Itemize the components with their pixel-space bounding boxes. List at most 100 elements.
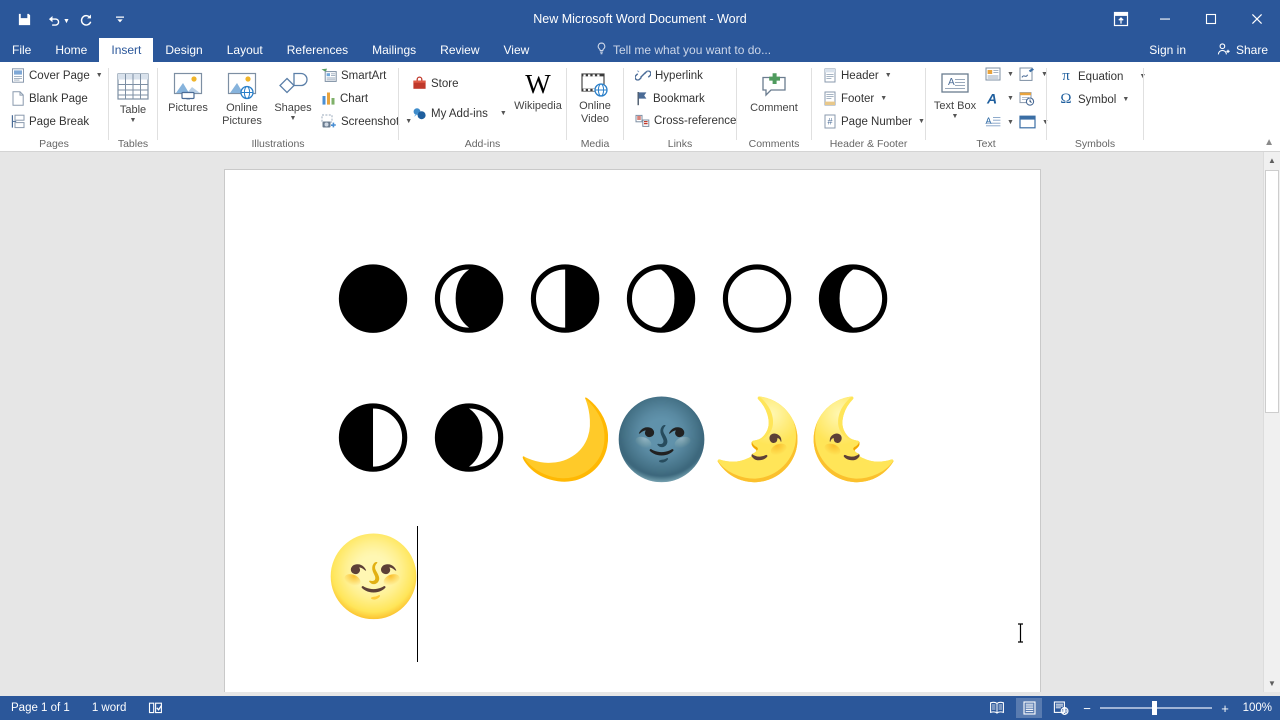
maximize-button[interactable] <box>1188 0 1234 38</box>
undo-dropdown-caret[interactable]: ▼ <box>63 18 70 25</box>
zoom-slider[interactable] <box>1100 700 1212 716</box>
pictures-button[interactable]: Pictures <box>162 68 214 117</box>
close-button[interactable] <box>1234 0 1280 38</box>
undo-button[interactable]: ▼ <box>40 5 70 33</box>
waxing-gibbous-moon-glyph: 🌔 <box>812 256 894 346</box>
moon-phase-row-2: 🌓 🌒 🌙 🌚 🌛 🌜 <box>225 401 1040 479</box>
tab-references[interactable]: References <box>275 38 360 62</box>
drop-cap-dropdown-caret[interactable]: ▼ <box>1007 119 1014 126</box>
tell-me-search[interactable]: Tell me what you want to do... <box>596 38 771 62</box>
cross-reference-label: Cross-reference <box>654 115 737 127</box>
page-break-button[interactable]: Page Break <box>8 113 92 130</box>
tab-insert[interactable]: Insert <box>99 38 154 62</box>
table-dropdown-caret[interactable]: ▼ <box>130 117 137 125</box>
customize-qat-icon[interactable] <box>106 5 134 33</box>
view-web-layout[interactable] <box>1048 698 1074 718</box>
new-moon-glyph: 🌑 <box>332 256 414 346</box>
cover-page-dropdown-caret[interactable]: ▼ <box>96 72 103 79</box>
shapes-button[interactable]: Shapes ▼ <box>270 68 316 125</box>
tab-file[interactable]: File <box>0 38 44 62</box>
blank-page-button[interactable]: Blank Page <box>8 90 91 107</box>
zoom-level[interactable]: 100% <box>1238 702 1272 714</box>
collapse-ribbon-icon[interactable]: ▲ <box>1264 137 1274 148</box>
group-label-text: Text <box>976 138 996 150</box>
drop-cap-button[interactable]: A ▼ <box>982 114 1017 130</box>
page-number-dropdown-caret[interactable]: ▼ <box>918 118 925 125</box>
status-left: Page 1 of 1 1 word <box>8 696 166 720</box>
document-page[interactable]: 🌑 🌘 🌗 🌖 🌕 🌔 🌓 🌒 🌙 🌚 🌛 🌜 🌝 <box>225 170 1040 692</box>
date-time-button[interactable] <box>1016 90 1038 107</box>
lightbulb-icon <box>596 42 607 58</box>
page-number-label: Page Number <box>841 115 912 128</box>
save-icon[interactable] <box>10 5 38 33</box>
my-addins-dropdown-caret[interactable]: ▼ <box>500 110 507 117</box>
my-addins-button[interactable]: My Add-ins ▼ <box>409 105 510 122</box>
sign-in-button[interactable]: Sign in <box>1143 38 1192 62</box>
share-button[interactable]: Share <box>1211 38 1274 62</box>
ribbon-display-options-icon[interactable] <box>1100 0 1142 38</box>
wordart-button[interactable]: A ▼ <box>982 90 1017 107</box>
tab-mailings[interactable]: Mailings <box>360 38 428 62</box>
online-video-icon <box>580 70 610 100</box>
footer-dropdown-caret[interactable]: ▼ <box>880 95 887 102</box>
view-read-mode[interactable] <box>984 698 1010 718</box>
comment-button[interactable]: Comment <box>741 68 807 117</box>
equation-button[interactable]: π Equation ▼ <box>1055 67 1149 86</box>
quick-parts-icon <box>985 67 1001 81</box>
status-bar: Page 1 of 1 1 word − + 100% <box>0 696 1280 720</box>
zoom-out-button[interactable]: − <box>1080 701 1094 716</box>
blank-page-label: Blank Page <box>29 92 88 105</box>
scroll-thumb[interactable] <box>1265 170 1279 413</box>
footer-button[interactable]: Footer ▼ <box>820 90 890 107</box>
zoom-slider-thumb[interactable] <box>1152 701 1157 715</box>
hyperlink-label: Hyperlink <box>655 69 703 82</box>
redo-icon[interactable] <box>72 5 100 33</box>
table-button[interactable]: Table ▼ <box>111 68 155 127</box>
header-label: Header <box>841 69 879 82</box>
waxing-crescent-moon-glyph: 🌒 <box>428 395 510 485</box>
tab-design[interactable]: Design <box>153 38 214 62</box>
ribbon-insert-tab: Cover Page ▼ Blank Page Page Break Pages <box>0 62 1280 152</box>
wordart-dropdown-caret[interactable]: ▼ <box>1007 95 1014 102</box>
tab-view[interactable]: View <box>492 38 542 62</box>
quick-parts-button[interactable]: ▼ <box>982 66 1017 82</box>
zoom-in-button[interactable]: + <box>1218 701 1232 716</box>
word-count[interactable]: 1 word <box>89 698 130 718</box>
online-pictures-label: Online Pictures <box>222 102 262 127</box>
wikipedia-button[interactable]: W Wikipedia <box>511 68 565 115</box>
store-button[interactable]: Store <box>409 75 462 92</box>
tab-review[interactable]: Review <box>428 38 491 62</box>
ribbon-group-header-footer: Header ▼ Footer ▼ # Page Number ▼ Header… <box>812 62 925 152</box>
tab-layout[interactable]: Layout <box>215 38 275 62</box>
hyperlink-button[interactable]: Hyperlink <box>632 67 706 84</box>
group-label-symbols: Symbols <box>1074 138 1116 150</box>
waning-gibbous-moon-glyph: 🌖 <box>620 256 702 346</box>
cover-page-button[interactable]: Cover Page ▼ <box>8 67 106 84</box>
text-box-button[interactable]: A Text Box ▼ <box>932 68 978 123</box>
online-pictures-button[interactable]: Online Pictures <box>216 68 268 129</box>
scroll-down-button[interactable]: ▼ <box>1264 675 1280 692</box>
bookmark-button[interactable]: Bookmark <box>632 90 708 107</box>
quick-parts-dropdown-caret[interactable]: ▼ <box>1007 71 1014 78</box>
chart-button[interactable]: Chart <box>318 90 371 107</box>
smartart-button[interactable]: SmartArt <box>318 67 389 84</box>
online-video-button[interactable]: Online Video <box>569 68 621 127</box>
vertical-scrollbar[interactable]: ▲ ▼ <box>1263 152 1280 692</box>
proofing-errors-icon[interactable] <box>145 698 166 718</box>
tab-home[interactable]: Home <box>43 38 99 62</box>
last-quarter-moon-glyph: 🌗 <box>524 256 606 346</box>
cross-reference-button[interactable]: Cross-reference <box>632 113 739 129</box>
text-box-dropdown-caret[interactable]: ▼ <box>952 113 959 121</box>
view-print-layout[interactable] <box>1016 698 1042 718</box>
minimize-button[interactable] <box>1142 0 1188 38</box>
header-dropdown-caret[interactable]: ▼ <box>885 72 892 79</box>
scroll-up-button[interactable]: ▲ <box>1264 152 1280 169</box>
page-number-button[interactable]: # Page Number ▼ <box>820 113 928 130</box>
symbol-button[interactable]: Ω Symbol ▼ <box>1055 90 1132 109</box>
ribbon-tab-bar: File Home Insert Design Layout Reference… <box>0 38 1280 62</box>
header-button[interactable]: Header ▼ <box>820 67 895 84</box>
symbol-dropdown-caret[interactable]: ▼ <box>1122 96 1129 103</box>
page-indicator[interactable]: Page 1 of 1 <box>8 698 73 718</box>
share-person-icon <box>1217 42 1231 59</box>
shapes-dropdown-caret[interactable]: ▼ <box>290 115 297 123</box>
